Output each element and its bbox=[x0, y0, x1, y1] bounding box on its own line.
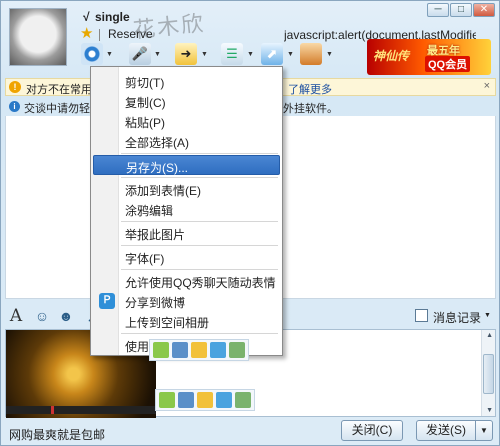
menu-item-label: 使用 bbox=[125, 340, 150, 354]
menu-item-upload-album[interactable]: 上传到空间相册 bbox=[93, 311, 280, 331]
view-image-icon[interactable] bbox=[216, 392, 232, 408]
menu-item-label: 添加到表情(E) bbox=[125, 184, 201, 198]
signature-divider bbox=[99, 29, 100, 41]
share-weibo-icon: Ｐ bbox=[99, 293, 115, 309]
menu-item-label: 字体(F) bbox=[125, 252, 165, 266]
magic-emoticon-icon[interactable]: ☻ bbox=[57, 307, 75, 325]
message-history-dropdown[interactable]: ▼ bbox=[484, 312, 491, 319]
add-emoticon-icon[interactable] bbox=[153, 342, 169, 358]
view-image-icon[interactable] bbox=[210, 342, 226, 358]
menu-item-report-image[interactable]: 举报此图片 bbox=[93, 223, 280, 243]
context-menu: 剪切(T) 复制(C) 粘贴(P) 全部选择(A) 另存为(S)... 添加到表… bbox=[90, 66, 283, 356]
menu-item-label: 允许使用QQ秀聊天随动表情 bbox=[125, 276, 276, 290]
warning-text: 对方不在常用 bbox=[26, 84, 92, 96]
menu-item-label: 复制(C) bbox=[125, 96, 166, 110]
verified-check-mark: √ bbox=[83, 10, 90, 24]
voice-call-icon[interactable]: 🎤 bbox=[129, 43, 151, 65]
menu-item-add-to-emoticons[interactable]: 添加到表情(E) bbox=[93, 179, 280, 199]
emoticon-icon[interactable]: ☺ bbox=[33, 307, 51, 325]
menu-separator bbox=[121, 333, 278, 334]
menu-item-select-all[interactable]: 全部选择(A) bbox=[93, 131, 280, 151]
learn-more-link[interactable]: 了解更多 bbox=[288, 81, 332, 97]
menu-separator bbox=[121, 221, 278, 222]
window-controls: ─ □ ✕ bbox=[427, 3, 495, 17]
app-box-dropdown[interactable]: ▼ bbox=[326, 51, 333, 58]
remote-assist-dropdown[interactable]: ▼ bbox=[287, 51, 294, 58]
share-image-icon[interactable] bbox=[235, 392, 251, 408]
create-group-dropdown[interactable]: ▼ bbox=[247, 51, 254, 58]
ad-logo: 神仙传 bbox=[373, 49, 410, 63]
qq-chat-window: √ single ★ Reserve 花木欣 javascript:alert(… bbox=[0, 0, 500, 446]
ad-line2: QQ会员 bbox=[425, 56, 471, 72]
info-icon: i bbox=[9, 101, 20, 112]
send-button[interactable]: 发送(S) bbox=[416, 420, 476, 441]
font-icon[interactable]: A bbox=[7, 307, 25, 325]
add-emoticon-icon[interactable] bbox=[159, 392, 175, 408]
doodle-icon[interactable] bbox=[197, 392, 213, 408]
message-history-button[interactable]: 消息记录 bbox=[433, 309, 481, 326]
create-group-icon[interactable]: ☰ bbox=[221, 43, 243, 65]
menu-item-label: 粘贴(P) bbox=[125, 116, 165, 130]
menu-item-label: 另存为(S)... bbox=[126, 161, 188, 175]
status-ad-text[interactable]: 网购最爽就是包邮 bbox=[9, 426, 105, 443]
menu-item-cut[interactable]: 剪切(T) bbox=[93, 71, 280, 91]
image-action-toolbar bbox=[155, 389, 255, 411]
input-scrollbar[interactable]: ▲ ▼ bbox=[481, 330, 495, 416]
menu-separator bbox=[121, 269, 278, 270]
doodle-icon[interactable] bbox=[191, 342, 207, 358]
warning-icon: ! bbox=[9, 81, 21, 93]
send-options-dropdown[interactable]: ▼ bbox=[475, 420, 493, 441]
image-hover-toolbar bbox=[149, 339, 249, 361]
menu-item-label: 分享到微博 bbox=[125, 296, 186, 310]
scrollbar-thumb[interactable] bbox=[483, 354, 494, 394]
close-warning-button[interactable]: × bbox=[484, 80, 490, 92]
scroll-down-arrow[interactable]: ▼ bbox=[486, 407, 493, 414]
save-image-icon[interactable] bbox=[172, 342, 188, 358]
app-box-icon[interactable] bbox=[300, 43, 322, 65]
safety-tip-text-end: 外挂软件。 bbox=[283, 103, 338, 115]
watermark: 花木欣 bbox=[132, 11, 207, 44]
menu-item-label: 举报此图片 bbox=[125, 228, 186, 242]
minimize-button[interactable]: ─ bbox=[427, 3, 449, 17]
menu-item-copy[interactable]: 复制(C) bbox=[93, 91, 280, 111]
menu-item-save-as[interactable]: 另存为(S)... bbox=[93, 155, 280, 175]
transfer-file-dropdown[interactable]: ▼ bbox=[201, 51, 208, 58]
image-video-bar bbox=[6, 406, 156, 414]
menu-item-paste[interactable]: 粘贴(P) bbox=[93, 111, 280, 131]
menu-item-label: 涂鸦编辑 bbox=[125, 204, 174, 218]
safety-tip-text: 交谈中请勿轻 bbox=[24, 103, 90, 115]
menu-item-share-weibo[interactable]: Ｐ 分享到微博 bbox=[93, 291, 280, 311]
contact-nickname[interactable]: single bbox=[95, 10, 130, 24]
menu-item-allow-qq-show[interactable]: 允许使用QQ秀聊天随动表情 bbox=[93, 271, 280, 291]
menu-separator bbox=[121, 245, 278, 246]
transfer-file-icon[interactable]: ➜ bbox=[175, 43, 197, 65]
video-call-icon[interactable] bbox=[81, 43, 103, 65]
scroll-up-arrow[interactable]: ▲ bbox=[486, 332, 493, 339]
share-image-icon[interactable] bbox=[229, 342, 245, 358]
menu-separator bbox=[121, 153, 278, 154]
close-window-button[interactable]: ✕ bbox=[473, 3, 495, 17]
voice-call-dropdown[interactable]: ▼ bbox=[154, 51, 161, 58]
menu-separator bbox=[121, 177, 278, 178]
message-history-icon[interactable] bbox=[415, 309, 428, 322]
menu-item-doodle-edit[interactable]: 涂鸦编辑 bbox=[93, 199, 280, 219]
contact-avatar[interactable] bbox=[9, 8, 67, 66]
menu-item-font[interactable]: 字体(F) bbox=[93, 247, 280, 267]
remote-assist-icon[interactable]: ⬈ bbox=[261, 43, 283, 65]
close-button[interactable]: 关闭(C) bbox=[341, 420, 403, 441]
video-call-dropdown[interactable]: ▼ bbox=[106, 51, 113, 58]
maximize-button[interactable]: □ bbox=[450, 3, 472, 17]
menu-item-label: 上传到空间相册 bbox=[125, 316, 210, 330]
save-image-icon[interactable] bbox=[178, 392, 194, 408]
star-icon[interactable]: ★ bbox=[80, 24, 93, 42]
menu-item-label: 全部选择(A) bbox=[125, 136, 189, 150]
member-ad-banner[interactable]: 神仙传 最五年 QQ会员 bbox=[367, 39, 491, 75]
menu-item-label: 剪切(T) bbox=[125, 76, 165, 90]
